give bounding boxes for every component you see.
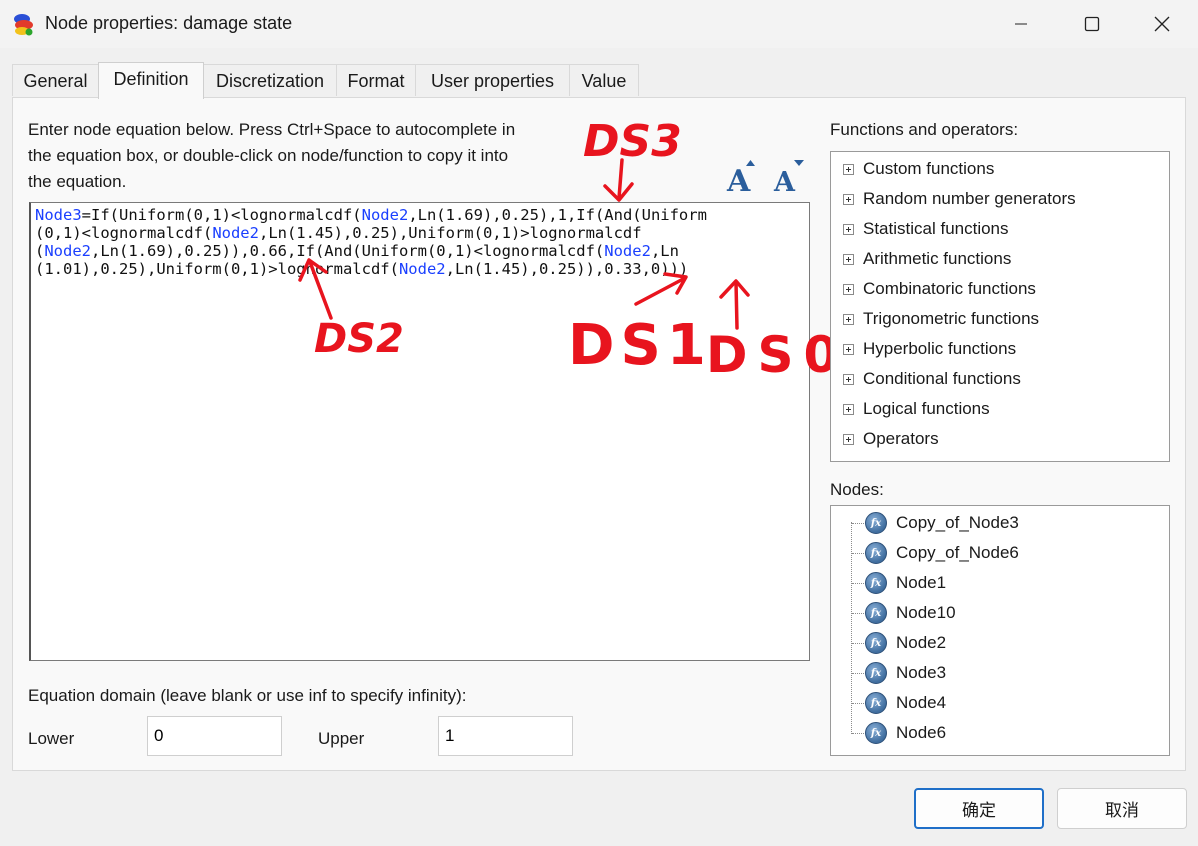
- nodes-heading: Nodes:: [830, 480, 884, 499]
- expand-icon[interactable]: [843, 163, 854, 175]
- function-group-trigonometric[interactable]: Trigonometric functions: [843, 304, 1039, 334]
- equation-segment: ,Ln(1.69),0.25),1,If(And(Uniform: [408, 206, 707, 224]
- functions-tree[interactable]: Custom functions Random number generator…: [830, 151, 1170, 462]
- fx-icon: fx: [865, 662, 887, 684]
- tree-connector: [852, 523, 864, 524]
- expand-icon[interactable]: [843, 403, 854, 415]
- function-group-arithmetic[interactable]: Arithmetic functions: [843, 244, 1011, 274]
- decrease-font-button[interactable]: A: [771, 158, 807, 194]
- window-title: Node properties: damage state: [45, 13, 293, 33]
- node-item-node6[interactable]: fx Node6: [865, 718, 946, 748]
- minimize-button[interactable]: [986, 0, 1056, 48]
- fx-icon: fx: [865, 512, 887, 534]
- fx-icon: fx: [865, 542, 887, 564]
- function-group-logical[interactable]: Logical functions: [843, 394, 990, 424]
- lower-input[interactable]: [147, 716, 282, 756]
- node-reference: Node2: [212, 224, 259, 242]
- equation-segment: (0,1)<lognormalcdf(: [35, 224, 213, 242]
- equation-segment: (: [35, 242, 45, 260]
- ok-button[interactable]: 确定: [914, 788, 1044, 829]
- function-group-hyperbolic[interactable]: Hyperbolic functions: [843, 334, 1016, 364]
- close-icon: [1154, 16, 1170, 32]
- app-icon: [14, 14, 33, 36]
- equation-segment: (1.01),0.25),Uniform(0,1)>lognormalcdf(: [35, 260, 399, 278]
- expand-icon[interactable]: [843, 283, 854, 295]
- node-item-copy-of-node3[interactable]: fx Copy_of_Node3: [865, 508, 1019, 538]
- node-item-node10[interactable]: fx Node10: [865, 598, 956, 628]
- expand-icon[interactable]: [843, 193, 854, 205]
- increase-font-button[interactable]: A: [724, 158, 760, 194]
- equation-segment: ,Ln(1.45),0.25)),0.33,0))): [445, 260, 689, 278]
- node-reference: Node2: [361, 206, 409, 224]
- tree-connector: [852, 553, 864, 554]
- cancel-button[interactable]: 取消: [1057, 788, 1187, 829]
- function-group-random[interactable]: Random number generators: [843, 184, 1076, 214]
- equation-domain-label: Equation domain (leave blank or use inf …: [28, 686, 467, 705]
- node-reference: Node2: [44, 242, 92, 260]
- equation-segment: ,Ln(1.69),0.25)),0.66,If(And(Uniform(0,1…: [91, 242, 605, 260]
- function-group-operators[interactable]: Operators: [843, 424, 939, 454]
- tab-definition[interactable]: Definition: [98, 62, 204, 99]
- equation-line: Node3=If(Uniform(0,1)<lognormalcdf(Node2…: [35, 206, 707, 224]
- node-reference: Node2: [604, 242, 651, 260]
- equation-text: Node3=If(Uniform(0,1)<lognormalcdf(Node2…: [35, 206, 805, 278]
- node-item-copy-of-node6[interactable]: fx Copy_of_Node6: [865, 538, 1019, 568]
- tab-value[interactable]: Value: [569, 64, 639, 96]
- close-button[interactable]: [1127, 0, 1197, 48]
- fx-icon: fx: [865, 602, 887, 624]
- node-item-node2[interactable]: fx Node2: [865, 628, 946, 658]
- tree-connector: [852, 703, 864, 704]
- tree-connector: [852, 613, 864, 614]
- maximize-button[interactable]: [1057, 0, 1127, 48]
- increase-font-icon: A: [726, 160, 755, 194]
- equation-segment: ,Ln(1.45),0.25),Uniform(0,1)>lognormalcd…: [258, 224, 642, 242]
- nodes-tree[interactable]: fx Copy_of_Node3 fx Copy_of_Node6 fx Node1 …: [830, 505, 1170, 756]
- svg-text:A: A: [773, 167, 796, 194]
- expand-icon[interactable]: [843, 433, 854, 445]
- expand-icon[interactable]: [843, 223, 854, 235]
- function-group-conditional[interactable]: Conditional functions: [843, 364, 1021, 394]
- tab-general[interactable]: General: [12, 64, 99, 96]
- node-item-node3[interactable]: fx Node3: [865, 658, 946, 688]
- fx-icon: fx: [865, 632, 887, 654]
- node-item-node1[interactable]: fx Node1: [865, 568, 946, 598]
- tab-discretization[interactable]: Discretization: [203, 64, 337, 96]
- tree-connector: [852, 643, 864, 644]
- node-item-node4[interactable]: fx Node4: [865, 688, 946, 718]
- minimize-icon: [1015, 23, 1027, 25]
- tab-user-properties[interactable]: User properties: [415, 64, 570, 96]
- node-reference: Node2: [398, 260, 446, 278]
- function-group-statistical[interactable]: Statistical functions: [843, 214, 1009, 244]
- expand-icon[interactable]: [843, 343, 854, 355]
- tree-connector: [852, 583, 864, 584]
- functions-heading: Functions and operators:: [830, 120, 1019, 139]
- fx-icon: fx: [865, 692, 887, 714]
- expand-icon[interactable]: [843, 253, 854, 265]
- equation-segment: ,Ln: [650, 242, 679, 260]
- function-group-combinatoric[interactable]: Combinatoric functions: [843, 274, 1036, 304]
- title-bar: Node properties: damage state: [0, 0, 1198, 48]
- fx-icon: fx: [865, 722, 887, 744]
- expand-icon[interactable]: [843, 373, 854, 385]
- function-group-custom[interactable]: Custom functions: [843, 154, 994, 184]
- tree-connector: [852, 673, 864, 674]
- fx-icon: fx: [865, 572, 887, 594]
- equation-editor[interactable]: Node3=If(Uniform(0,1)<lognormalcdf(Node2…: [29, 202, 810, 661]
- expand-icon[interactable]: [843, 313, 854, 325]
- upper-label: Upper: [318, 729, 365, 748]
- instructions-text: Enter node equation below. Press Ctrl+Sp…: [28, 120, 516, 191]
- tab-format[interactable]: Format: [336, 64, 416, 96]
- tree-connector: [852, 733, 864, 734]
- equation-line: (Node2,Ln(1.69),0.25)),0.66,If(And(Unifo…: [35, 242, 679, 260]
- equation-line: (0,1)<lognormalcdf(Node2,Ln(1.45),0.25),…: [35, 224, 642, 242]
- decrease-font-icon: A: [773, 160, 804, 194]
- lower-label: Lower: [28, 729, 75, 748]
- equation-segment: =If(Uniform(0,1)<lognormalcdf(: [81, 206, 362, 224]
- node-reference: Node3: [35, 206, 82, 224]
- svg-text:A: A: [726, 164, 751, 194]
- upper-input[interactable]: [438, 716, 573, 756]
- maximize-icon: [1084, 16, 1100, 32]
- equation-line: (1.01),0.25),Uniform(0,1)>lognormalcdf(N…: [35, 260, 688, 278]
